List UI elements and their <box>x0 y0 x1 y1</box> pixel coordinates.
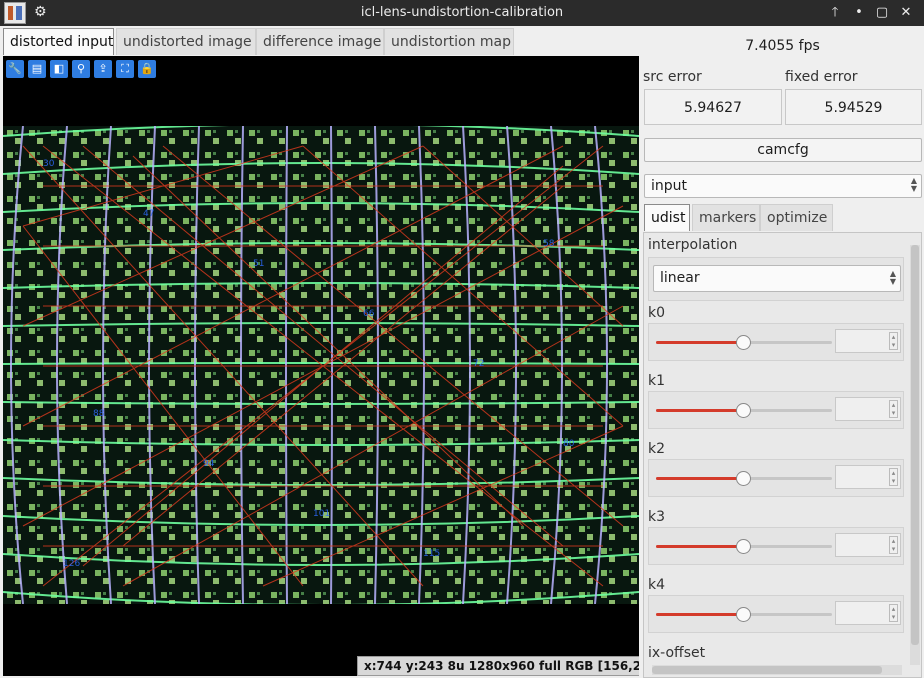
k2-spinbox[interactable]: ▴ ▾ <box>835 465 901 489</box>
k2-slider[interactable] <box>656 471 832 486</box>
svg-text:47: 47 <box>143 209 154 219</box>
fixed-error-label: fixed error <box>785 69 858 85</box>
svg-text:126: 126 <box>63 559 80 569</box>
vertical-scroll-thumb[interactable] <box>911 245 919 645</box>
k2-slider-fill <box>656 477 744 480</box>
svg-text:88: 88 <box>93 409 105 419</box>
updown-arrows-icon: ▲ ▼ <box>910 176 917 193</box>
k4-slider-fill <box>656 613 744 616</box>
k2-group: ▴ ▾ <box>648 459 904 497</box>
control-panel: 7.4055 fps src error fixed error 5.94627… <box>641 26 924 678</box>
svg-text:101: 101 <box>313 509 330 519</box>
ix-offset-label: ix-offset <box>648 645 706 661</box>
display-icon[interactable]: ▤ <box>28 60 46 78</box>
svg-text:94: 94 <box>203 459 215 469</box>
svg-text:51: 51 <box>253 259 264 269</box>
k2-label: k2 <box>648 441 666 457</box>
k3-label: k3 <box>648 509 666 525</box>
k0-group: ▴ ▾ <box>648 323 904 361</box>
k3-slider-handle[interactable] <box>736 539 751 554</box>
interpolation-select[interactable]: linear ▲ ▼ <box>653 265 901 292</box>
interpolation-group: linear ▲ ▼ <box>648 257 904 301</box>
k1-slider-handle[interactable] <box>736 403 751 418</box>
camcfg-button[interactable]: camcfg <box>644 138 922 162</box>
zoom-icon[interactable]: ⚲ <box>72 60 90 78</box>
spin-arrows-icon[interactable]: ▴ ▾ <box>889 332 898 350</box>
k0-slider-fill <box>656 341 744 344</box>
image-canvas[interactable]: 🔧 ▤ ◧ ⚲ ⇪ ⛶ 🔒 30 47 51 66 72 88 94 101 1… <box>3 56 639 676</box>
layers-icon[interactable]: ◧ <box>50 60 68 78</box>
interpolation-label: interpolation <box>648 237 738 253</box>
svg-text:72: 72 <box>473 359 484 369</box>
minimize-icon[interactable]: • <box>850 4 868 22</box>
k0-spinbox[interactable]: ▴ ▾ <box>835 329 901 353</box>
panel-vertical-scrollbar[interactable] <box>910 245 920 665</box>
spin-arrows-icon[interactable]: ▴ ▾ <box>889 536 898 554</box>
spin-arrows-icon[interactable]: ▴ ▾ <box>889 468 898 486</box>
udist-panel: interpolation linear ▲ ▼ k0 ▴ ▾ k1 ▴ ▾ k2 <box>643 232 922 678</box>
tab-udist[interactable]: udist <box>644 204 690 231</box>
interpolation-value: linear <box>660 270 700 286</box>
tab-undistortion-map[interactable]: undistortion map <box>384 28 514 55</box>
tab-markers[interactable]: markers <box>692 204 760 231</box>
k1-slider[interactable] <box>656 403 832 418</box>
fixed-error-value: 5.94529 <box>785 89 922 125</box>
k1-group: ▴ ▾ <box>648 391 904 429</box>
maximize-icon[interactable]: ▢ <box>873 4 891 22</box>
k0-slider[interactable] <box>656 335 832 350</box>
wrench-icon[interactable]: 🔧 <box>6 60 24 78</box>
src-error-label: src error <box>643 69 702 85</box>
distorted-calibration-image: 30 47 51 66 72 88 94 101 115 58 80 126 <box>3 126 639 604</box>
k4-group: ▴ ▾ <box>648 595 904 633</box>
k1-spinbox[interactable]: ▴ ▾ <box>835 397 901 421</box>
tab-optimize[interactable]: optimize <box>760 204 833 231</box>
input-select-value: input <box>651 178 688 194</box>
horizontal-scroll-thumb[interactable] <box>652 666 882 674</box>
tab-undistorted-image[interactable]: undistorted image <box>116 28 256 55</box>
k4-spinbox[interactable]: ▴ ▾ <box>835 601 901 625</box>
svg-text:66: 66 <box>363 309 375 319</box>
input-select[interactable]: input ▲ ▼ <box>644 174 922 198</box>
arrow-up-icon[interactable]: 🡑 <box>826 4 844 22</box>
k4-slider[interactable] <box>656 607 832 622</box>
svg-text:58: 58 <box>543 239 555 249</box>
k0-label: k0 <box>648 305 666 321</box>
svg-text:30: 30 <box>43 159 55 169</box>
k1-slider-fill <box>656 409 744 412</box>
close-icon[interactable]: ✕ <box>897 4 915 22</box>
fit-icon[interactable]: ⛶ <box>116 60 134 78</box>
fps-display: 7.4055 fps <box>745 38 820 54</box>
k3-group: ▴ ▾ <box>648 527 904 565</box>
svg-text:80: 80 <box>563 439 575 449</box>
tab-distorted-input[interactable]: distorted input <box>3 28 114 55</box>
updown-arrows-icon: ▲ ▼ <box>889 269 896 286</box>
k4-label: k4 <box>648 577 666 593</box>
k2-slider-handle[interactable] <box>736 471 751 486</box>
title-bar: ⚙ icl-lens-undistortion-calibration 🡑 • … <box>0 0 924 26</box>
spin-arrows-icon[interactable]: ▴ ▾ <box>889 400 898 418</box>
lock-icon[interactable]: 🔒 <box>138 60 156 78</box>
status-bar: x:744 y:243 8u 1280x960 full RGB [156,25… <box>357 656 639 676</box>
window-title: icl-lens-undistortion-calibration <box>360 5 564 20</box>
k3-slider-fill <box>656 545 744 548</box>
k4-slider-handle[interactable] <box>736 607 751 622</box>
panel-horizontal-scrollbar[interactable] <box>652 665 902 675</box>
export-icon[interactable]: ⇪ <box>94 60 112 78</box>
svg-text:115: 115 <box>423 549 440 559</box>
k1-label: k1 <box>648 373 666 389</box>
k3-slider[interactable] <box>656 539 832 554</box>
tab-difference-image[interactable]: difference image <box>256 28 384 55</box>
k3-spinbox[interactable]: ▴ ▾ <box>835 533 901 557</box>
spin-arrows-icon[interactable]: ▴ ▾ <box>889 604 898 622</box>
src-error-value: 5.94627 <box>644 89 782 125</box>
k0-slider-handle[interactable] <box>736 335 751 350</box>
